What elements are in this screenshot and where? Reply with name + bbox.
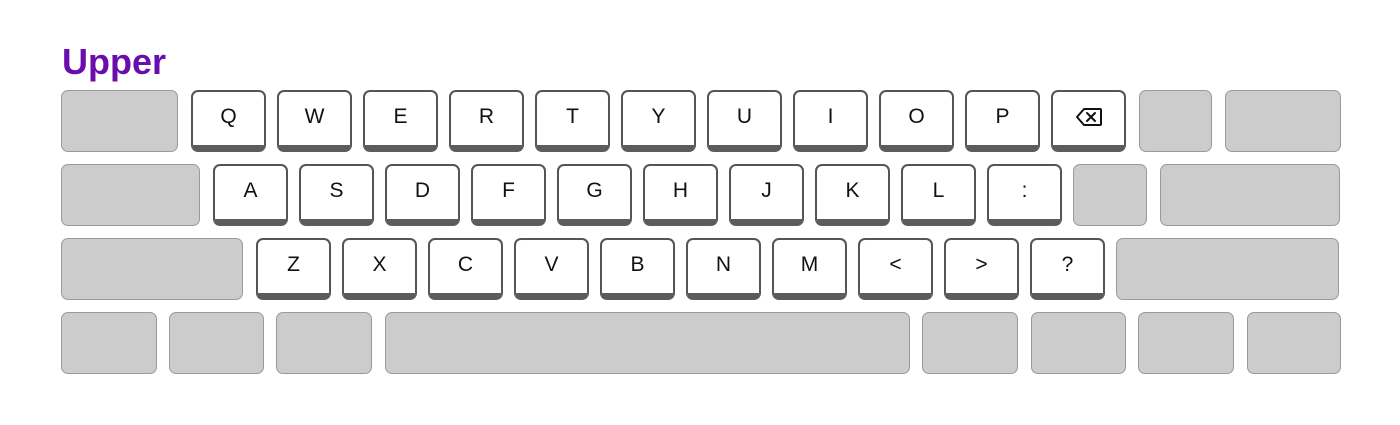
key-a[interactable]: A [213,164,288,226]
key-label: > [975,252,988,276]
key-label: M [800,252,819,276]
key-label: V [544,252,559,276]
key-s[interactable]: S [299,164,374,226]
key-m[interactable]: M [772,238,847,300]
key-label: J [761,178,772,202]
keyboard-row-3: Z X C V B N M < >? [61,238,1339,300]
blank-key [61,238,243,300]
key-label: N [715,252,732,276]
key-k[interactable]: K [815,164,890,226]
keyboard-row-2: A S D F G H J K L: [61,164,1340,226]
key-question-mark[interactable]: ? [1030,238,1105,300]
key-label: < [889,252,902,276]
key-label: F [502,178,515,202]
key-g[interactable]: G [557,164,632,226]
key-label: E [393,104,408,128]
key-b[interactable]: B [600,238,675,300]
key-v[interactable]: V [514,238,589,300]
blank-key [385,312,910,374]
key-label: L [932,178,945,202]
key-h[interactable]: H [643,164,718,226]
key-t[interactable]: T [535,90,610,152]
blank-key [61,312,157,374]
key-e[interactable]: E [363,90,438,152]
key-label: Z [287,252,300,276]
key-label: A [243,178,258,202]
blank-key [61,90,178,152]
key-less-than[interactable]: < [858,238,933,300]
key-greater-than[interactable]: > [944,238,1019,300]
key-label: B [630,252,645,276]
key-label: W [304,104,325,128]
key-d[interactable]: D [385,164,460,226]
key-colon[interactable]: : [987,164,1062,226]
key-backspace[interactable] [1051,90,1126,152]
key-label: O [908,104,925,128]
key-r[interactable]: R [449,90,524,152]
blank-key [276,312,372,374]
key-label: X [372,252,387,276]
blank-key [1073,164,1147,226]
key-f[interactable]: F [471,164,546,226]
key-label: ? [1061,252,1074,276]
key-label: Q [220,104,237,128]
key-label: T [566,104,579,128]
key-x[interactable]: X [342,238,417,300]
keyboard: Q W E R T Y U I O P A S D F G H J K L: Z X C V B N M < >? [61,90,1341,386]
key-l[interactable]: L [901,164,976,226]
key-label: S [329,178,344,202]
blank-key [1138,312,1234,374]
key-label: G [586,178,603,202]
layout-title: Upper [62,41,167,82]
key-i[interactable]: I [793,90,868,152]
key-n[interactable]: N [686,238,761,300]
key-j[interactable]: J [729,164,804,226]
blank-key [922,312,1018,374]
key-label: K [845,178,860,202]
blank-key [1139,90,1212,152]
backspace-icon [1075,107,1103,127]
blank-key [61,164,200,226]
blank-key [1031,312,1126,374]
key-label: D [414,178,431,202]
key-label: H [672,178,689,202]
key-q[interactable]: Q [191,90,266,152]
key-label: I [827,104,834,128]
keyboard-row-4 [61,312,1341,374]
key-p[interactable]: P [965,90,1040,152]
blank-key [1116,238,1339,300]
key-u[interactable]: U [707,90,782,152]
blank-key [169,312,264,374]
key-label: R [478,104,495,128]
key-c[interactable]: C [428,238,503,300]
blank-key [1247,312,1341,374]
blank-key [1225,90,1341,152]
key-z[interactable]: Z [256,238,331,300]
key-label: P [995,104,1010,128]
key-w[interactable]: W [277,90,352,152]
key-y[interactable]: Y [621,90,696,152]
key-label: U [736,104,753,128]
key-label: C [457,252,474,276]
blank-key [1160,164,1340,226]
keyboard-row-1: QWERTYUIOP [61,90,1341,152]
key-o[interactable]: O [879,90,954,152]
key-label: Y [651,104,666,128]
key-label: : [1021,178,1028,202]
